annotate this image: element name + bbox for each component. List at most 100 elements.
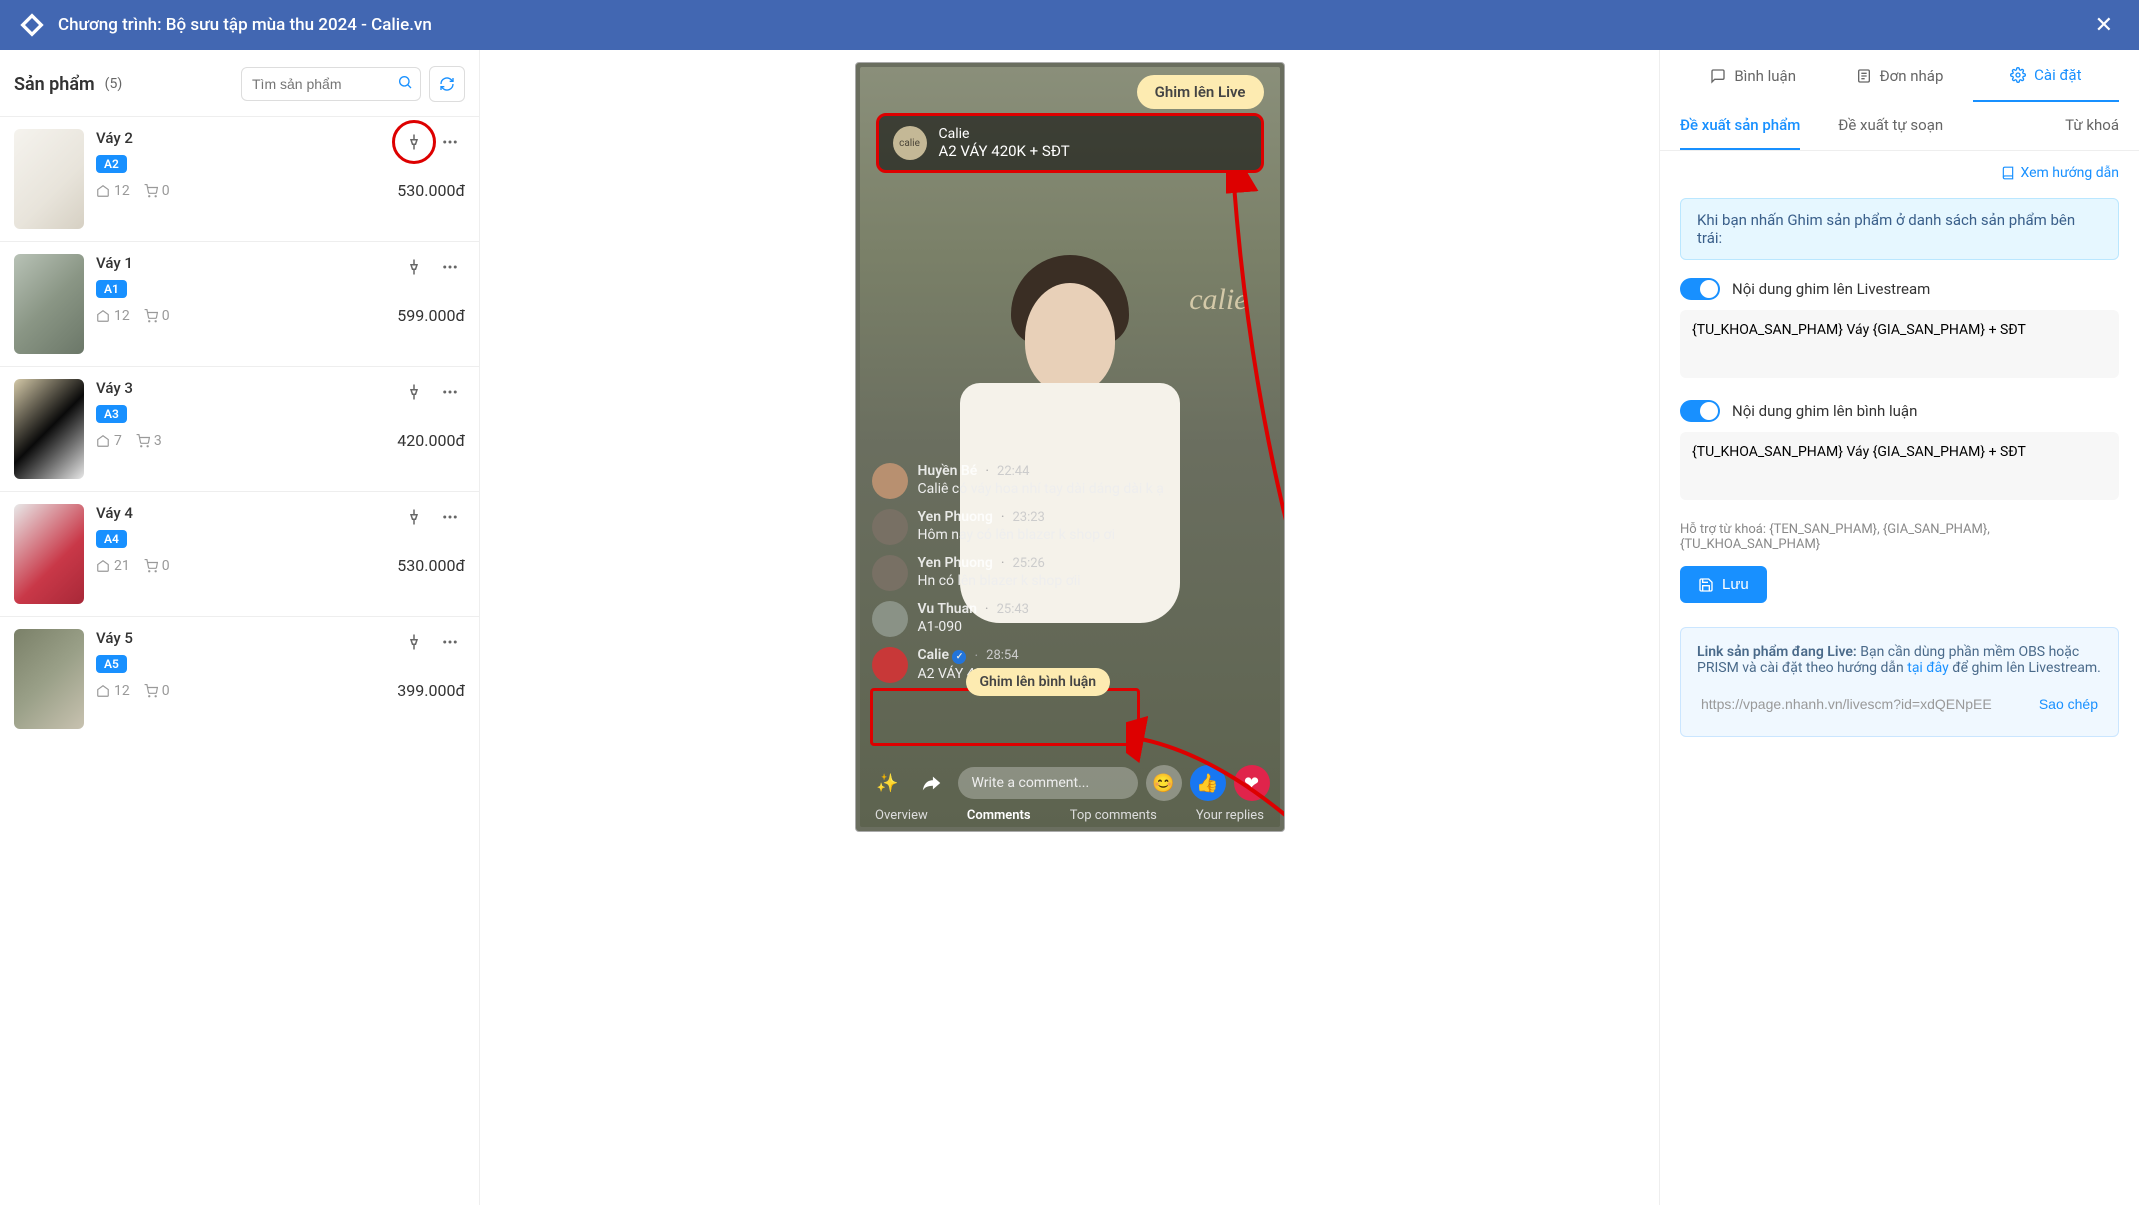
stat-stock: 12 [96, 683, 130, 699]
pin-button[interactable] [399, 502, 429, 532]
comment-author: Yen Phuong [918, 509, 993, 525]
comment-avatar [872, 601, 908, 637]
subtab-suggest[interactable]: Đề xuất sản phẩm [1680, 102, 1800, 150]
product-badge: A4 [96, 530, 127, 548]
product-item[interactable]: Váy 3 A3 7 3 420.000đ [0, 366, 479, 491]
save-button[interactable]: Lưu [1680, 566, 1767, 603]
stat-cart: 0 [144, 183, 170, 199]
live-pin-message: A2 VÁY 420K + SĐT [939, 142, 1070, 160]
like-icon[interactable]: 👍 [1190, 765, 1226, 801]
comment-input[interactable]: Write a comment... [958, 767, 1138, 799]
product-item[interactable]: Váy 4 A4 21 0 530.000đ [0, 491, 479, 616]
phone-tab[interactable]: Top comments [1070, 808, 1157, 823]
pin-button[interactable] [399, 627, 429, 657]
livestream-template-input[interactable] [1680, 310, 2119, 378]
stat-stock: 12 [96, 183, 130, 199]
live-link-box: Link sản phẩm đang Live: Bạn cần dùng ph… [1680, 627, 2119, 737]
link-here[interactable]: tại đây [1907, 660, 1949, 676]
refresh-button[interactable] [429, 66, 465, 102]
product-badge: A5 [96, 655, 127, 673]
subtab-keyword[interactable]: Từ khoá [2065, 102, 2119, 150]
stat-cart: 0 [144, 683, 170, 699]
product-item[interactable]: Váy 1 A1 12 0 599.000đ [0, 241, 479, 366]
phone-tab[interactable]: Your replies [1196, 808, 1264, 823]
subtab-auto[interactable]: Đề xuất tự soạn [1838, 102, 1943, 150]
pin-button[interactable] [399, 377, 429, 407]
more-button[interactable] [435, 377, 465, 407]
product-item[interactable]: Váy 5 A5 12 0 399.000đ [0, 616, 479, 741]
comment-template-input[interactable] [1680, 432, 2119, 500]
comment-text: Caliê có váy hoa nhí tay dài dáng dài k … [918, 481, 1164, 497]
main-tabs: Bình luận Đơn nháp Cài đặt [1660, 50, 2139, 102]
product-badge: A1 [96, 280, 127, 298]
comment-avatar [872, 647, 908, 683]
tab-draft[interactable]: Đơn nháp [1826, 50, 1972, 102]
comment-time: 23:23 [1012, 510, 1044, 525]
product-item[interactable]: Váy 2 A2 12 0 530.000đ [0, 116, 479, 241]
stat-cart: 0 [144, 308, 170, 324]
product-image [14, 629, 84, 729]
sticker-icon[interactable]: ✨ [870, 765, 906, 801]
products-title: Sản phẩm [14, 74, 95, 95]
comment-text: Hn có lên blazer k shop ơii [918, 573, 1081, 589]
stat-cart: 3 [136, 433, 162, 449]
product-badge: A2 [96, 155, 127, 173]
stat-cart: 0 [144, 558, 170, 574]
live-pinned-banner: calie Calie A2 VÁY 420K + SĐT [876, 113, 1264, 173]
tab-comment[interactable]: Bình luận [1680, 50, 1826, 102]
products-count: (5) [105, 76, 123, 92]
product-price: 530.000đ [397, 556, 465, 575]
stat-stock: 12 [96, 308, 130, 324]
comment-pin-label: Ghim lên bình luận [966, 668, 1111, 696]
live-pin-name: Calie [939, 126, 1070, 142]
toggle-livestream[interactable] [1680, 278, 1720, 300]
product-price: 599.000đ [397, 306, 465, 325]
close-button[interactable]: ✕ [2087, 9, 2121, 42]
comment-author: Calie ✓ [918, 647, 967, 664]
share-icon[interactable] [914, 765, 950, 801]
pin-button[interactable] [399, 127, 429, 157]
heart-icon[interactable]: ❤ [1234, 765, 1270, 801]
live-comment: Yen Phuong·23:23 Hôm nay có lên blazer k… [872, 509, 1268, 545]
settings-panel: Bình luận Đơn nháp Cài đặt Đề xuất sản p… [1659, 50, 2139, 1205]
live-link-input[interactable] [1697, 688, 2025, 720]
live-comment: Vu Thuan·25:43 A1-090 [872, 601, 1268, 637]
phone-comment-bar: ✨ Write a comment... 😊 👍 ❤ [870, 765, 1270, 801]
stat-stock: 7 [96, 433, 122, 449]
live-preview-panel: Ghim lên Live calie Calie A2 VÁY 420K + … [480, 50, 1659, 1205]
stat-stock: 21 [96, 558, 130, 574]
emoji-icon[interactable]: 😊 [1146, 765, 1182, 801]
info-banner: Khi bạn nhấn Ghim sản phẩm ở danh sách s… [1680, 198, 2119, 260]
pin-button[interactable] [399, 252, 429, 282]
live-comments-area: Huyền Bé·22:44 Caliê có váy hoa nhí tay … [872, 463, 1268, 683]
phone-tab[interactable]: Comments [967, 808, 1031, 823]
more-button[interactable] [435, 127, 465, 157]
copy-button[interactable]: Sao chép [2035, 690, 2102, 718]
tab-settings[interactable]: Cài đặt [1973, 50, 2119, 102]
comment-avatar [872, 463, 908, 499]
live-comment: Yen Phuong·25:26 Hn có lên blazer k shop… [872, 555, 1268, 591]
phone-tabs: Overview Comments Top comments Your replies [856, 804, 1284, 827]
header-title: Chương trình: Bộ sưu tập mùa thu 2024 - … [58, 15, 432, 35]
comment-text: Hôm nay có lên blazer k shop ơi [918, 527, 1115, 543]
comment-avatar [872, 509, 908, 545]
comment-author: Huyền Bé [918, 463, 978, 479]
live-pin-label: Ghim lên Live [1137, 75, 1264, 109]
more-button[interactable] [435, 502, 465, 532]
live-comment: Huyền Bé·22:44 Caliê có váy hoa nhí tay … [872, 463, 1268, 499]
products-panel: Sản phẩm (5) [0, 50, 480, 1205]
toggle-comment[interactable] [1680, 400, 1720, 422]
toggle-comment-label: Nội dung ghim lên bình luận [1732, 402, 1917, 420]
phone-tab[interactable]: Overview [875, 808, 928, 823]
more-button[interactable] [435, 627, 465, 657]
comment-time: 25:43 [997, 602, 1029, 617]
product-price: 420.000đ [397, 431, 465, 450]
comment-avatar [872, 555, 908, 591]
search-input[interactable] [241, 67, 421, 101]
more-button[interactable] [435, 252, 465, 282]
link-text2: để ghim lên Livestream. [1952, 660, 2101, 676]
guide-link[interactable]: Xem hướng dẫn [2001, 165, 2119, 181]
comment-time: 25:26 [1012, 556, 1044, 571]
comment-time: 22:44 [997, 464, 1029, 479]
live-pin-avatar: calie [893, 126, 927, 160]
